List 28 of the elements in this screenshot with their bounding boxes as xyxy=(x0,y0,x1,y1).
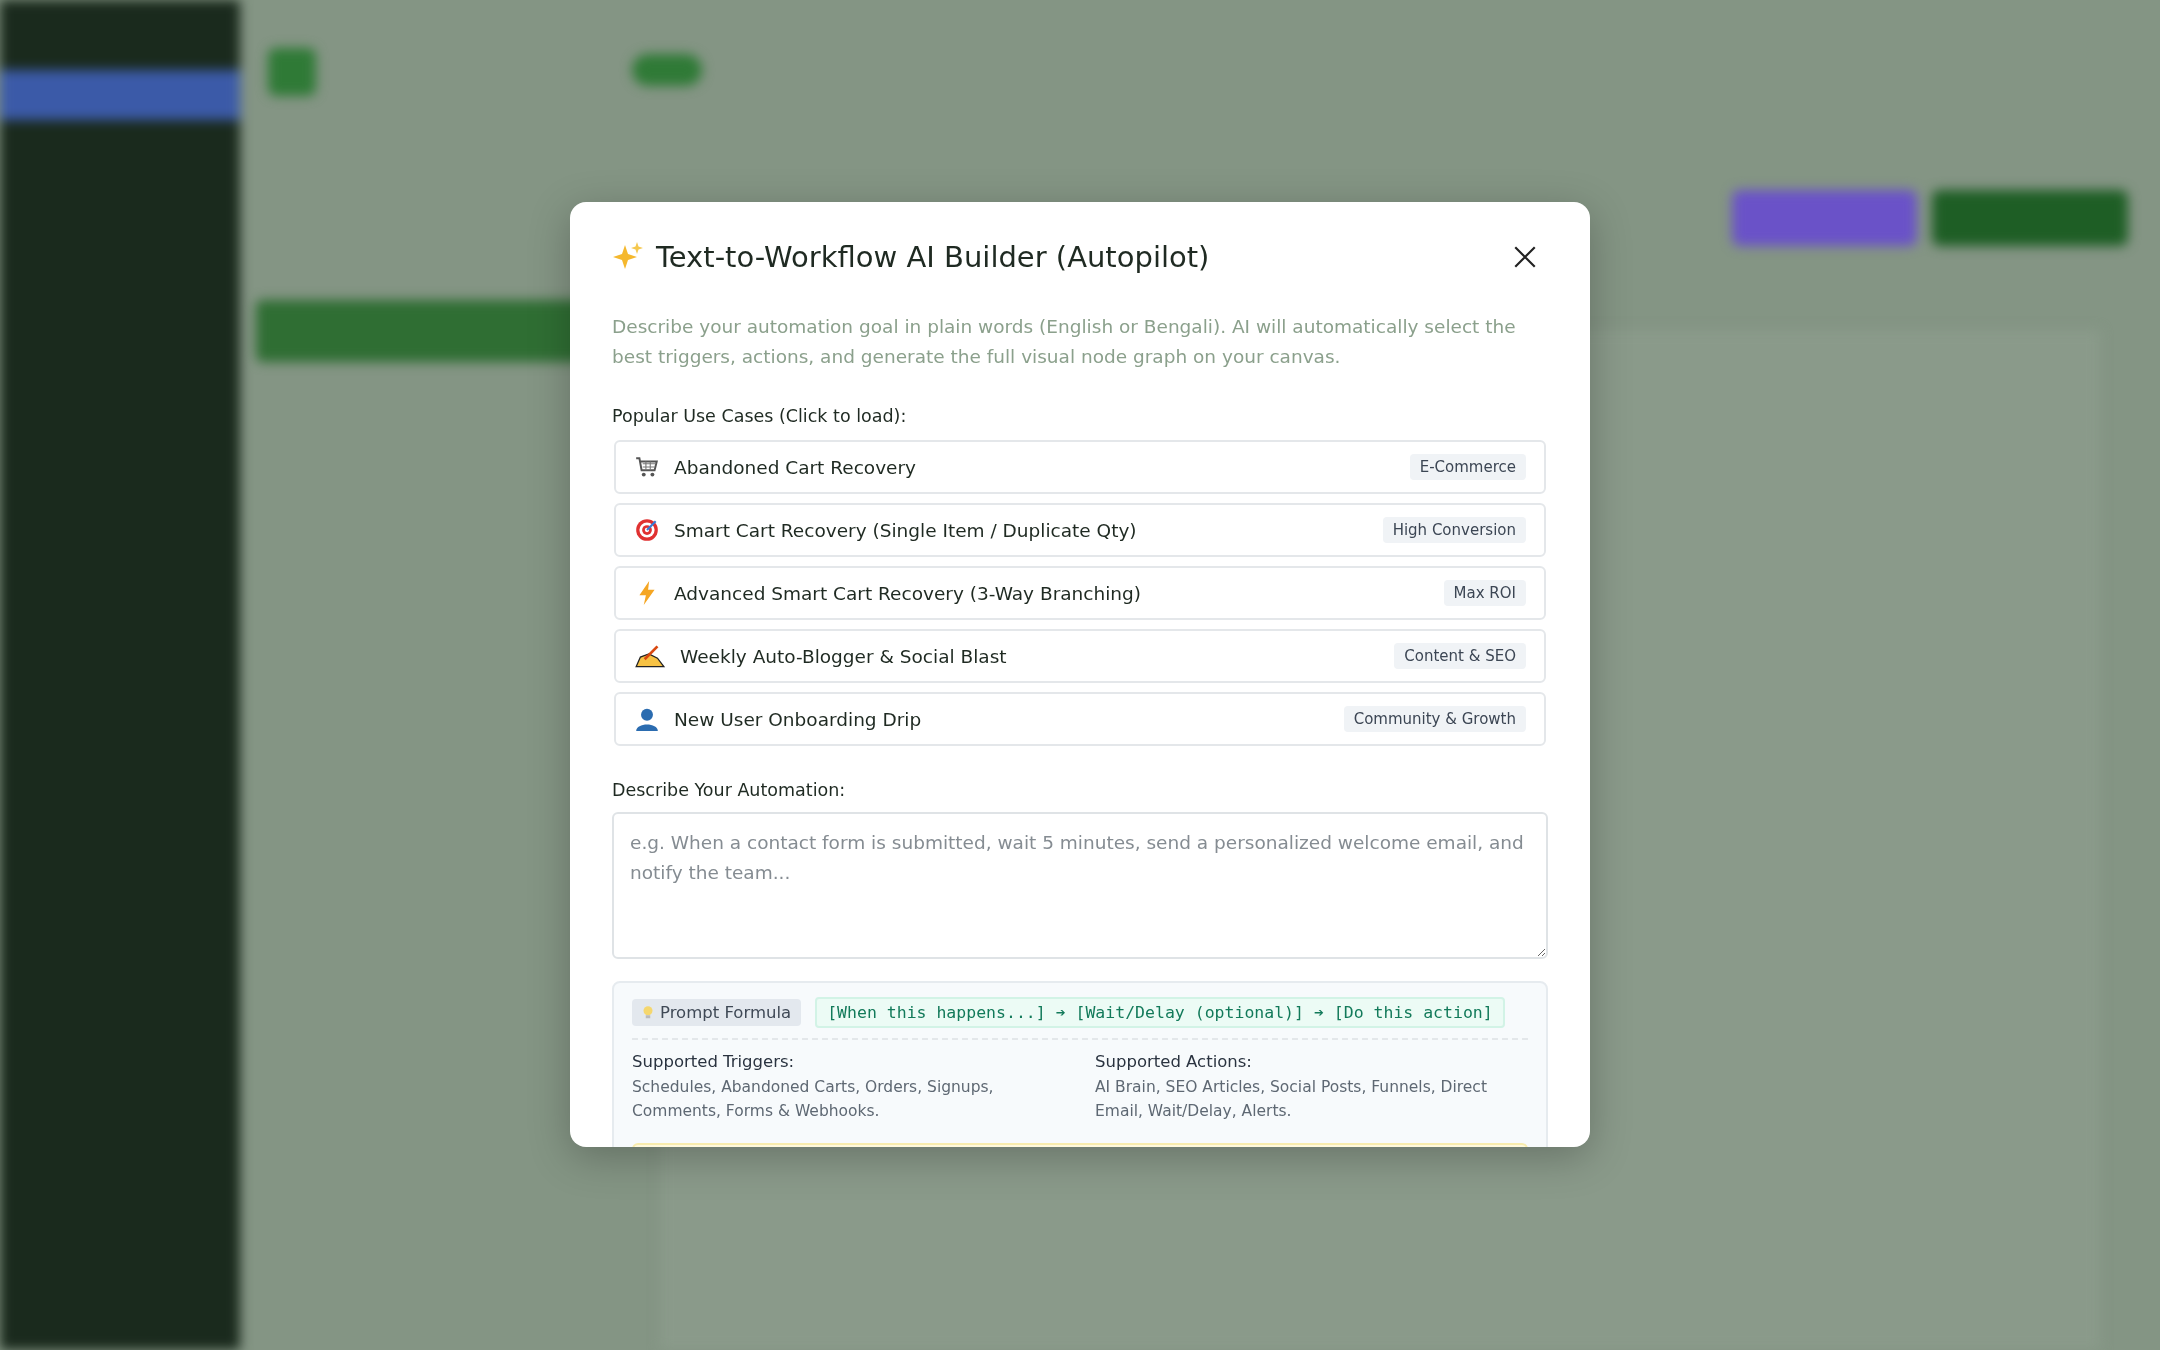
modal-description: Describe your automation goal in plain words (English or Bengali). AI will automatically select the best triggers, actions, and generate the full visual node graph on your canvas. xyxy=(612,315,1517,369)
actions-list: AI Brain, SEO Articles, Social Posts, Funnels, Direct Email, Wait/Delay, Alerts. xyxy=(1095,1075,1528,1123)
category-tag: Community & Growth xyxy=(1343,706,1526,732)
use-case-option[interactable]: Smart Cart Recovery (Single Item / Duplicate Qty) High Conversion xyxy=(614,503,1546,557)
lightbulb-icon xyxy=(642,1004,654,1021)
target-icon xyxy=(634,517,660,543)
use-case-option[interactable]: Abandoned Cart Recovery E-Commerce xyxy=(614,440,1546,494)
modal-title: Text-to-Workflow AI Builder (Autopilot) xyxy=(656,240,1211,274)
person-icon xyxy=(634,706,660,732)
category-tag: Content & SEO xyxy=(1394,643,1526,669)
triggers-heading: Supported Triggers: xyxy=(632,1052,796,1071)
use-case-option[interactable]: Advanced Smart Cart Recovery (3-Way Branching) Max ROI xyxy=(614,566,1546,620)
automation-input-field[interactable]: e.g. When a contact form is submitted, wait 5 minutes, send a personalized welcome email, and notify the team... xyxy=(612,812,1548,959)
category-tag: Max ROI xyxy=(1443,580,1526,606)
actions-heading: Supported Actions: xyxy=(1095,1052,1253,1071)
writing-hand-icon xyxy=(634,643,666,669)
blurred-logo xyxy=(268,48,316,96)
use-case-option[interactable]: Weekly Auto-Blogger & Social Blast Content & SEO xyxy=(614,629,1546,683)
field-label: Describe Your Automation: xyxy=(612,780,847,800)
category-tag: E-Commerce xyxy=(1409,454,1526,480)
close-icon xyxy=(1512,244,1538,270)
blurred-pill xyxy=(632,54,702,86)
category-tag: High Conversion xyxy=(1382,517,1526,543)
formula-code: [When this happens...] ➔ [Wait/Delay (optional)] ➔ [Do this action] xyxy=(815,997,1505,1028)
section-label: Popular Use Cases (Click to load): xyxy=(612,406,908,426)
triggers-list: Schedules, Abandoned Carts, Orders, Signups, Comments, Forms & Webhooks. xyxy=(632,1075,1065,1123)
badge-label: Prompt Formula xyxy=(660,1003,792,1022)
use-case-option[interactable]: New User Onboarding Drip Community & Growth xyxy=(614,692,1546,746)
